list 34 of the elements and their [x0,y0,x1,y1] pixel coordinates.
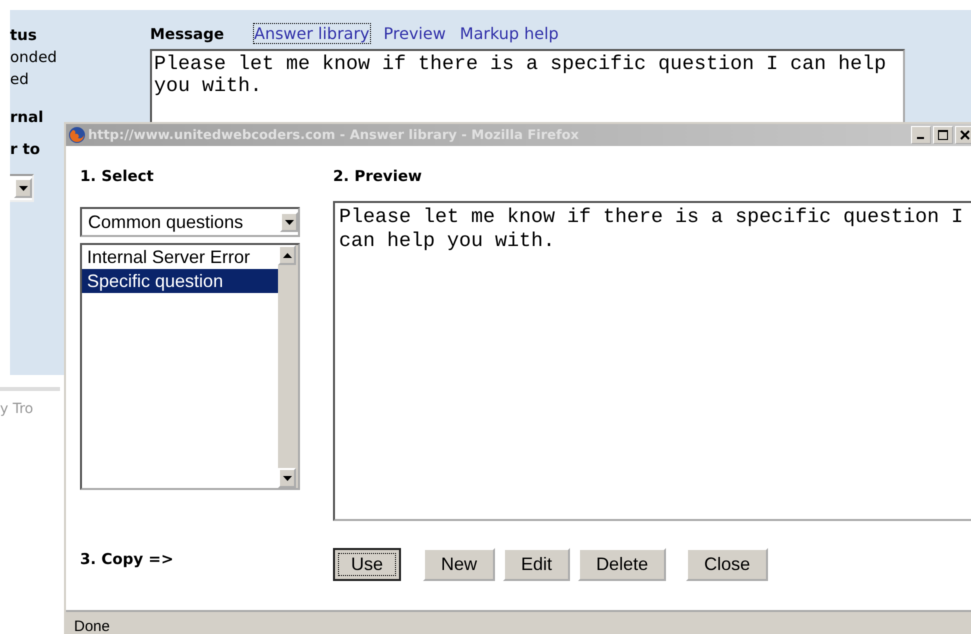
dropdown-field[interactable] [10,174,34,202]
tab-link[interactable]: Markup help [460,24,559,43]
field-label: tus [10,25,38,46]
footer-text: y Tro [0,387,60,417]
maximize-icon [938,130,948,140]
caret-icon [18,186,28,190]
status-option: ed [10,68,140,90]
dialog-button[interactable]: Delete [578,548,666,581]
close-icon [960,130,970,140]
tab-link[interactable]: Preview [384,24,446,43]
minimize-button[interactable] [911,126,931,144]
scroll-down-icon [282,476,292,480]
status-bar: Done [66,610,971,634]
dialog-button[interactable]: Use [333,548,402,581]
step-heading: 3. Copy => [80,550,175,568]
dialog-button[interactable]: Close [686,548,768,581]
status-option: onded [10,46,140,68]
dialog-button[interactable]: New [423,548,496,581]
caret-icon [284,220,294,224]
dialog-button[interactable]: Edit [503,548,570,581]
scroll-up-icon [282,252,292,258]
maximize-button[interactable] [933,126,953,144]
browser-logo-icon [68,126,86,144]
field-label: r to [10,139,42,160]
tab-link[interactable]: Answer library [254,24,370,43]
close-button[interactable] [955,126,971,144]
scrollbar[interactable] [278,245,298,488]
step-heading: 2. Preview [333,167,423,187]
step-heading: 1. Select [80,167,155,187]
message-label: Message [150,25,224,43]
preview-field[interactable]: Please let me know if there is a specific question I can help you with. [333,201,971,521]
category-dropdown[interactable]: Common questions [80,207,300,237]
answer-item[interactable]: Specific question [82,269,278,293]
field-label: rnal [10,107,44,128]
